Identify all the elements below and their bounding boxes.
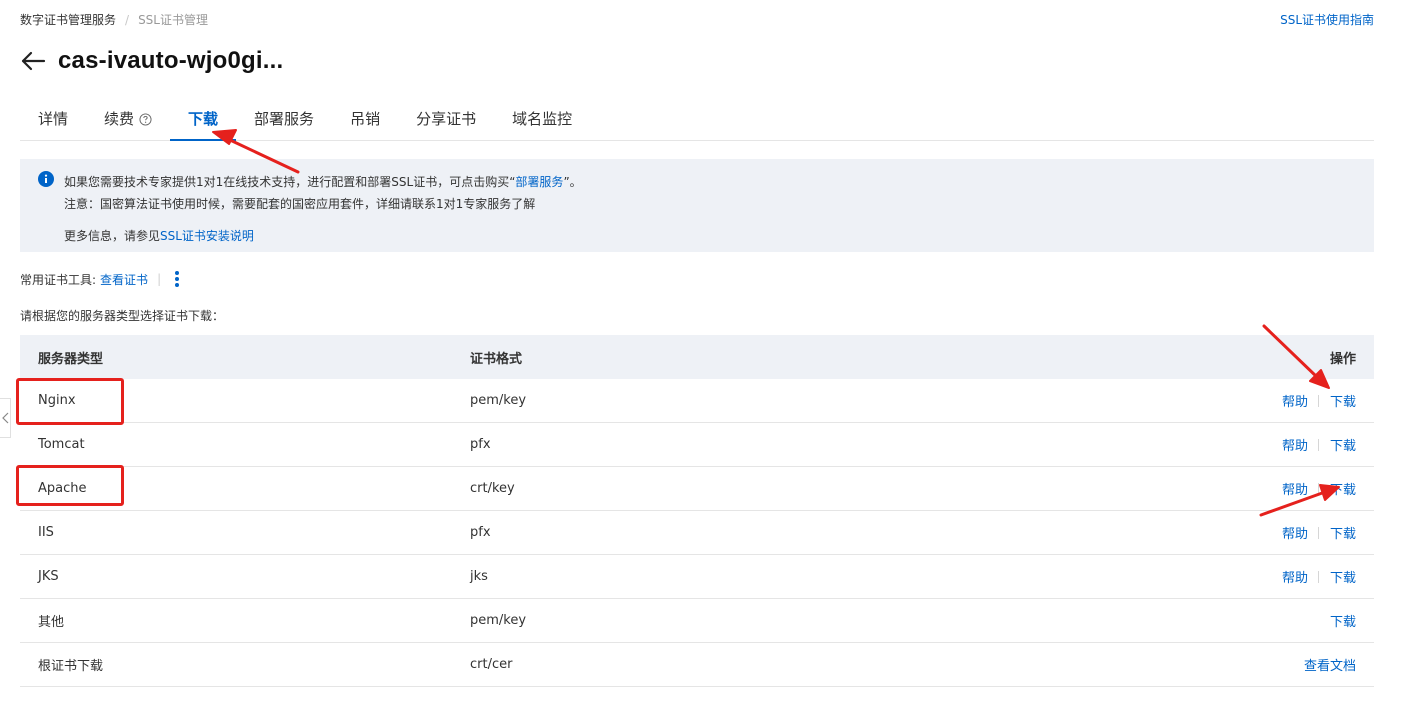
info-icon xyxy=(38,171,54,187)
deploy-service-link[interactable]: 部署服务 xyxy=(515,175,563,189)
tab-bar: 详情 续费 下载 部署服务 吊销 分享证书 域名监控 xyxy=(20,98,1374,141)
notice-text: 如果您需要技术专家提供1对1在线技术支持，进行配置和部署SSL证书，可点击购买“ xyxy=(64,175,516,189)
help-link[interactable]: 帮助 xyxy=(1282,479,1308,498)
header-cert-format: 证书格式 xyxy=(470,351,523,367)
cert-format-cell: pem/key xyxy=(470,393,527,408)
tab-share-cert[interactable]: 分享证书 xyxy=(398,98,494,140)
server-type-cell: IIS xyxy=(38,525,54,540)
help-link[interactable]: 帮助 xyxy=(1282,435,1308,454)
table-row: Nginx pem/key 帮助 下载 xyxy=(20,379,1374,423)
back-arrow-icon[interactable] xyxy=(20,50,46,72)
tab-label: 下载 xyxy=(188,110,219,128)
instruction-text: 请根据您的服务器类型选择证书下载： xyxy=(20,309,225,323)
ops-cell: 查看文档 xyxy=(1174,655,1374,674)
table-row: IIS pfx 帮助 下载 xyxy=(20,511,1374,555)
ops-cell: 帮助 下载 xyxy=(1174,435,1374,454)
tab-domain-monitor[interactable]: 域名监控 xyxy=(494,98,590,140)
view-doc-link[interactable]: 查看文档 xyxy=(1304,655,1356,674)
ops-cell: 帮助 下载 xyxy=(1174,523,1374,542)
server-type-cell: Nginx xyxy=(38,393,76,408)
tab-download[interactable]: 下载 xyxy=(170,98,237,141)
breadcrumb-current[interactable]: SSL证书管理 xyxy=(138,11,208,28)
tab-label: 部署服务 xyxy=(254,110,315,128)
cert-tools-label: 常用证书工具: xyxy=(20,272,97,287)
ops-divider xyxy=(1317,438,1319,451)
more-options-icon[interactable] xyxy=(175,270,180,288)
download-link[interactable]: 下载 xyxy=(1330,435,1356,454)
tab-label: 续费 xyxy=(104,110,135,128)
header-server-type: 服务器类型 xyxy=(38,351,104,367)
tab-label: 分享证书 xyxy=(416,110,477,128)
cert-format-cell: crt/cer xyxy=(470,657,513,672)
breadcrumb: 数字证书管理服务 / SSL证书管理 xyxy=(20,11,208,28)
download-link[interactable]: 下载 xyxy=(1330,567,1356,586)
ops-cell: 下载 xyxy=(1174,611,1374,630)
download-link[interactable]: 下载 xyxy=(1330,611,1356,630)
tab-label: 详情 xyxy=(38,110,69,128)
cert-format-cell: jks xyxy=(470,569,488,584)
server-type-cell: 根证书下载 xyxy=(38,659,104,674)
tools-separator: | xyxy=(157,272,162,286)
info-notice: 如果您需要技术专家提供1对1在线技术支持，进行配置和部署SSL证书，可点击购买“… xyxy=(20,159,1374,252)
cert-format-cell: pfx xyxy=(470,525,491,540)
download-link[interactable]: 下载 xyxy=(1330,391,1356,410)
help-circle-icon[interactable] xyxy=(139,112,152,126)
cert-tools: 常用证书工具: 查看证书 | xyxy=(20,268,180,290)
tab-details[interactable]: 详情 xyxy=(20,98,86,140)
view-cert-link[interactable]: 查看证书 xyxy=(100,271,148,288)
tab-label: 吊销 xyxy=(350,110,381,128)
server-type-cell: Tomcat xyxy=(38,437,85,452)
help-link[interactable]: 帮助 xyxy=(1282,567,1308,586)
table-row: Tomcat pfx 帮助 下载 xyxy=(20,423,1374,467)
side-panel-toggle[interactable] xyxy=(0,398,11,438)
ssl-guide-link[interactable]: SSL证书使用指南 xyxy=(1280,11,1374,28)
table-row: 其他 pem/key 下载 xyxy=(20,599,1374,643)
cert-format-cell: crt/key xyxy=(470,481,515,496)
breadcrumb-separator: / xyxy=(125,12,130,27)
notice-line-sm-cert: 注意：国密算法证书使用时候，需要配套的国密应用套件，详细请联系1对1专家服务了解 xyxy=(64,197,536,211)
tab-revoke[interactable]: 吊销 xyxy=(332,98,398,140)
table-row: JKS jks 帮助 下载 xyxy=(20,555,1374,599)
table-row: Apache crt/key 帮助 下载 xyxy=(20,467,1374,511)
cert-format-cell: pfx xyxy=(470,437,491,452)
header-ops: 操作 xyxy=(1329,351,1356,367)
ops-divider xyxy=(1317,526,1319,539)
ops-divider xyxy=(1317,394,1319,407)
notice-text: 更多信息，请参见 xyxy=(64,229,161,243)
table-row: 根证书下载 crt/cer 查看文档 xyxy=(20,643,1374,687)
notice-line-more-info: 更多信息，请参见SSL证书安装说明 xyxy=(64,225,1374,247)
download-link[interactable]: 下载 xyxy=(1330,523,1356,542)
breadcrumb-root[interactable]: 数字证书管理服务 xyxy=(20,11,116,28)
server-type-cell: 其他 xyxy=(38,615,65,630)
table-header: 服务器类型 证书格式 操作 xyxy=(20,335,1374,379)
download-table: 服务器类型 证书格式 操作 Nginx pem/key 帮助 下载 Tomcat… xyxy=(20,335,1374,687)
ops-divider xyxy=(1317,570,1319,583)
page-title: cas-ivauto-wjo0gi... xyxy=(58,47,284,74)
download-link[interactable]: 下载 xyxy=(1330,479,1356,498)
tab-label: 域名监控 xyxy=(512,110,573,128)
notice-line-support: 如果您需要技术专家提供1对1在线技术支持，进行配置和部署SSL证书，可点击购买“… xyxy=(64,171,1374,193)
server-type-cell: JKS xyxy=(38,569,59,584)
notice-text: ”。 xyxy=(563,175,582,189)
help-link[interactable]: 帮助 xyxy=(1282,391,1308,410)
ops-cell: 帮助 下载 xyxy=(1174,391,1374,410)
chevron-left-icon xyxy=(1,412,8,424)
ssl-install-guide-link[interactable]: SSL证书安装说明 xyxy=(160,229,254,243)
help-link[interactable]: 帮助 xyxy=(1282,523,1308,542)
ops-divider xyxy=(1317,482,1319,495)
ops-cell: 帮助 下载 xyxy=(1174,479,1374,498)
title-row: cas-ivauto-wjo0gi... xyxy=(20,42,283,80)
ops-cell: 帮助 下载 xyxy=(1174,567,1374,586)
tab-deploy-service[interactable]: 部署服务 xyxy=(236,98,332,140)
server-type-cell: Apache xyxy=(38,481,87,496)
tab-renew[interactable]: 续费 xyxy=(86,98,170,140)
cert-format-cell: pem/key xyxy=(470,613,527,628)
